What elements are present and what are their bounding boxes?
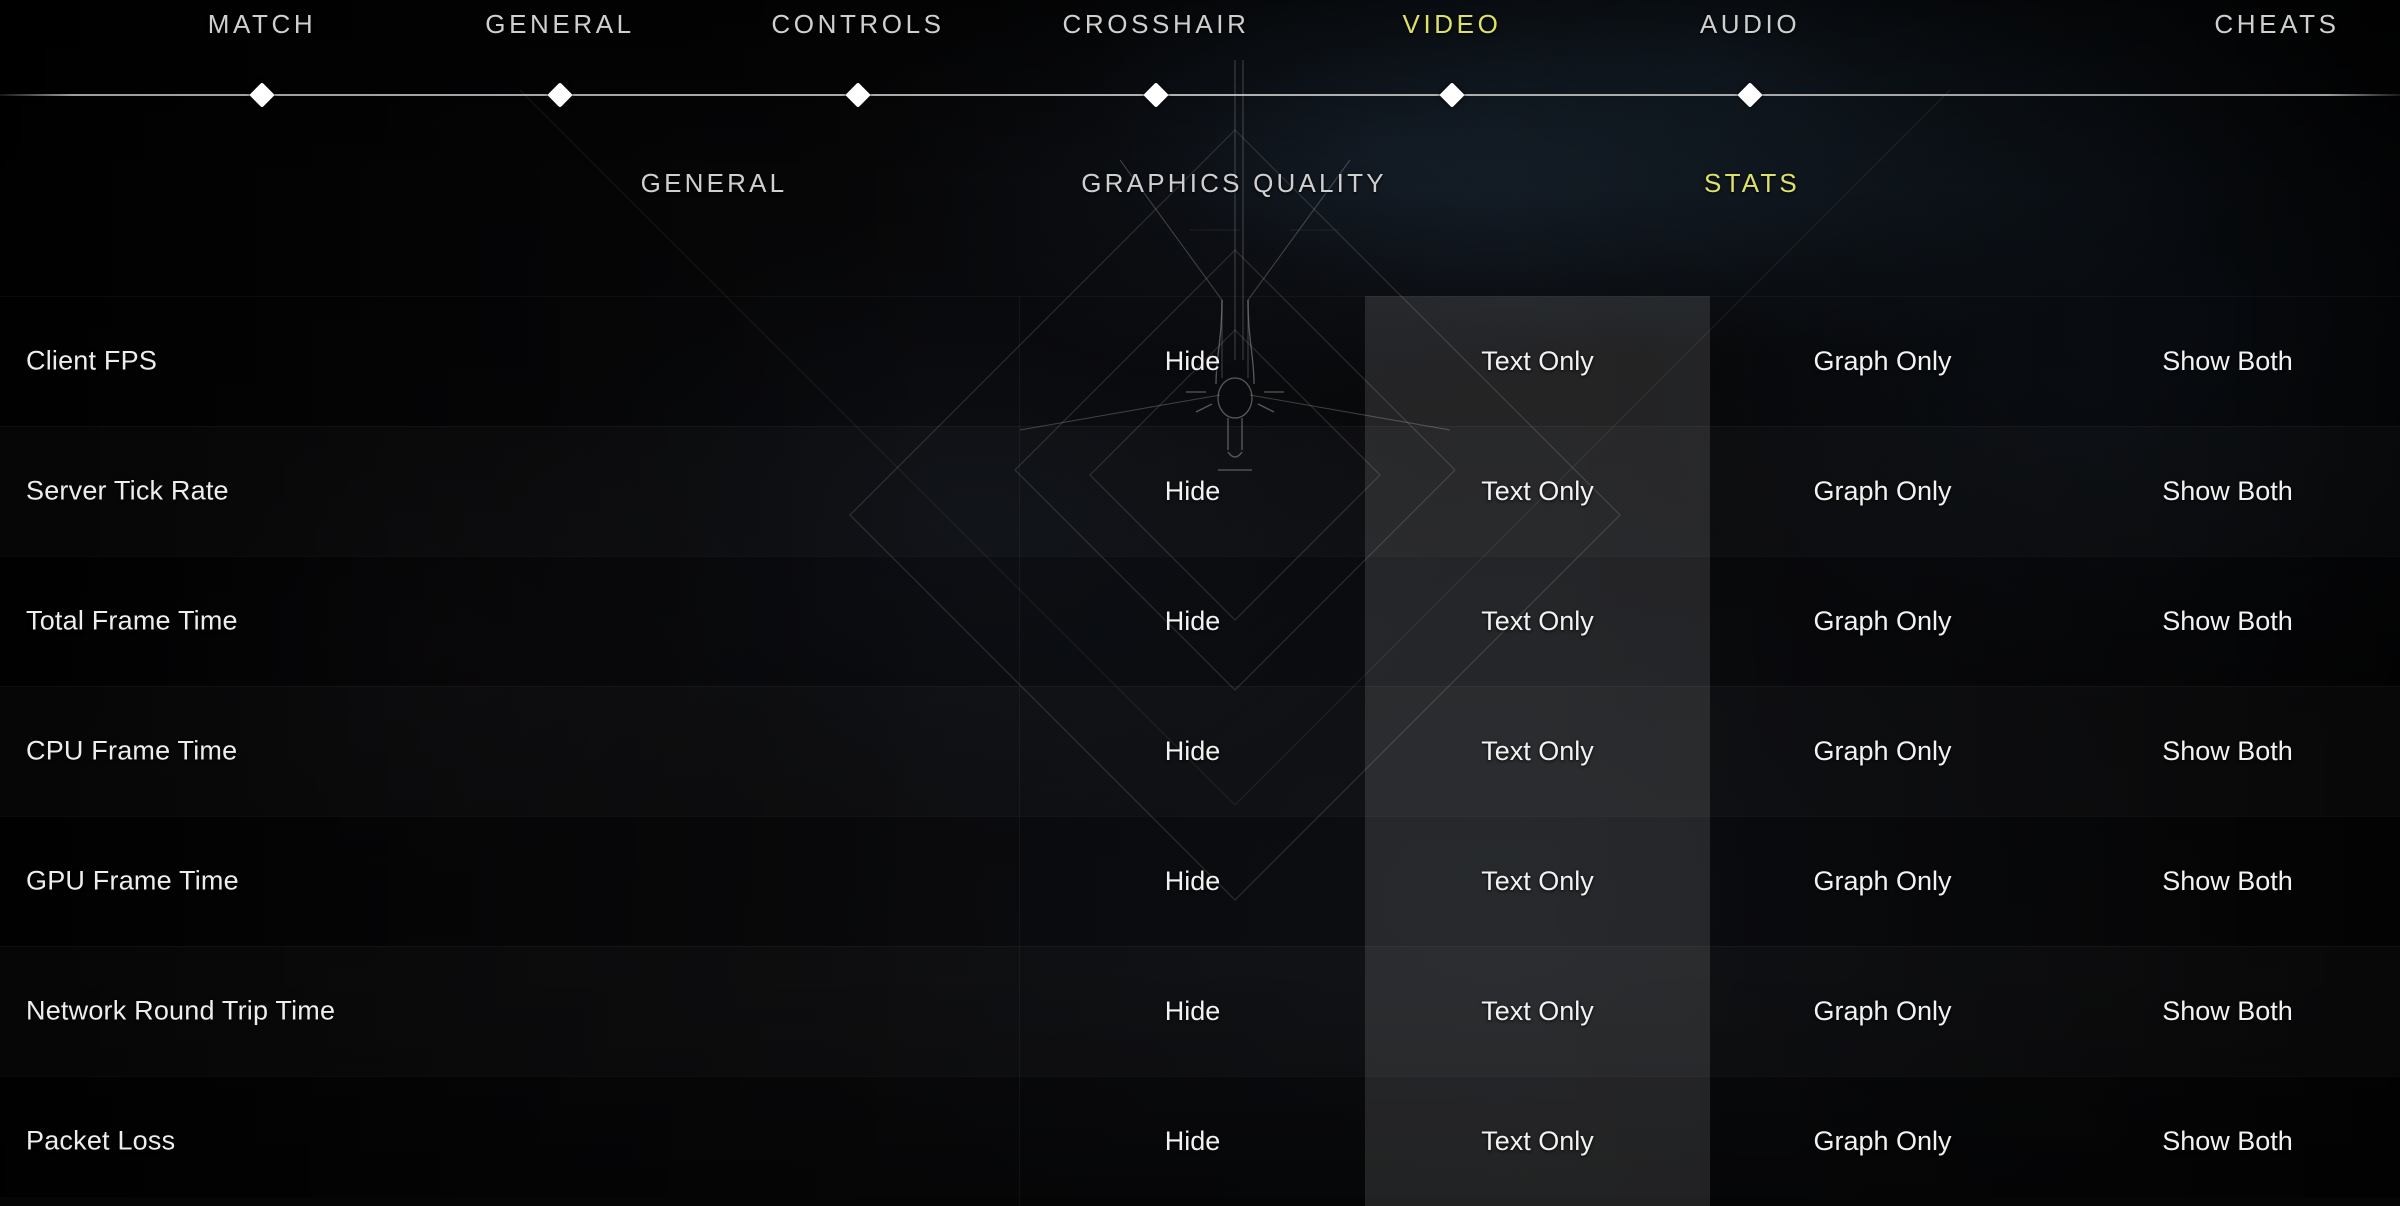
main-tab-controls[interactable]: CONTROLS — [771, 9, 944, 40]
table-row: Network Round Trip Time Hide Text Only Grap… — [0, 946, 2400, 1076]
option-hide[interactable]: Hide — [1020, 1076, 1365, 1206]
table-row: Total Frame Time Hide Text Only Graph Only S… — [0, 556, 2400, 686]
main-tab-crosshair[interactable]: CROSSHAIR — [1063, 9, 1250, 40]
stats-settings-table: Client FPS Hide Text Only Graph Only Show Bo… — [0, 296, 2400, 1206]
option-hide[interactable]: Hide — [1020, 946, 1365, 1076]
table-row: GPU Frame Time Hide Text Only Graph Only Sho… — [0, 816, 2400, 946]
main-tab-match[interactable]: MATCH — [208, 9, 317, 40]
option-group: Hide Text Only Graph Only Show Both — [1020, 1076, 2400, 1206]
main-tab-bar[interactable]: MATCH GENERAL CONTROLS CROSSHAIR VIDEO AUDIO C… — [0, 0, 2400, 58]
option-text-only[interactable]: Text Only — [1365, 426, 1710, 556]
main-tab-audio[interactable]: AUDIO — [1700, 9, 1800, 40]
option-show-both[interactable]: Show Both — [2055, 1076, 2400, 1206]
option-graph-only[interactable]: Graph Only — [1710, 296, 2055, 426]
option-text-only[interactable]: Text Only — [1365, 686, 1710, 816]
option-show-both[interactable]: Show Both — [2055, 946, 2400, 1076]
option-group: Hide Text Only Graph Only Show Both — [1020, 946, 2400, 1076]
option-group: Hide Text Only Graph Only Show Both — [1020, 426, 2400, 556]
nav-diamond-marker-icon — [1143, 82, 1169, 108]
option-show-both[interactable]: Show Both — [2055, 686, 2400, 816]
nav-diamond-marker-icon — [547, 82, 573, 108]
option-group: Hide Text Only Graph Only Show Both — [1020, 296, 2400, 426]
option-hide[interactable]: Hide — [1020, 426, 1365, 556]
setting-label: Packet Loss — [26, 1125, 176, 1156]
setting-label: CPU Frame Time — [26, 735, 238, 766]
option-text-only[interactable]: Text Only — [1365, 556, 1710, 686]
table-row: CPU Frame Time Hide Text Only Graph Only Sho… — [0, 686, 2400, 816]
sub-tab-graphics-quality[interactable]: GRAPHICS QUALITY — [1081, 168, 1386, 199]
main-tab-video[interactable]: VIDEO — [1403, 9, 1502, 40]
option-show-both[interactable]: Show Both — [2055, 816, 2400, 946]
option-graph-only[interactable]: Graph Only — [1710, 1076, 2055, 1206]
setting-label: Network Round Trip Time — [26, 995, 336, 1026]
option-group: Hide Text Only Graph Only Show Both — [1020, 686, 2400, 816]
option-hide[interactable]: Hide — [1020, 816, 1365, 946]
table-row: Packet Loss Hide Text Only Graph Only Show B… — [0, 1076, 2400, 1206]
option-graph-only[interactable]: Graph Only — [1710, 686, 2055, 816]
table-row: Server Tick Rate Hide Text Only Graph Only S… — [0, 426, 2400, 556]
option-group: Hide Text Only Graph Only Show Both — [1020, 816, 2400, 946]
sub-tab-general[interactable]: GENERAL — [641, 168, 788, 199]
option-group: Hide Text Only Graph Only Show Both — [1020, 556, 2400, 686]
setting-label: Client FPS — [26, 345, 158, 376]
setting-label: GPU Frame Time — [26, 865, 239, 896]
option-text-only[interactable]: Text Only — [1365, 946, 1710, 1076]
option-hide[interactable]: Hide — [1020, 556, 1365, 686]
nav-divider-line — [0, 94, 2400, 96]
option-show-both[interactable]: Show Both — [2055, 296, 2400, 426]
main-tab-general[interactable]: GENERAL — [485, 9, 634, 40]
option-hide[interactable]: Hide — [1020, 686, 1365, 816]
option-show-both[interactable]: Show Both — [2055, 556, 2400, 686]
sub-tab-bar[interactable]: GENERAL GRAPHICS QUALITY STATS — [0, 168, 2400, 212]
setting-label: Total Frame Time — [26, 605, 238, 636]
option-graph-only[interactable]: Graph Only — [1710, 426, 2055, 556]
option-graph-only[interactable]: Graph Only — [1710, 946, 2055, 1076]
sub-tab-stats[interactable]: STATS — [1704, 168, 1800, 199]
nav-diamond-marker-icon — [1439, 82, 1465, 108]
option-graph-only[interactable]: Graph Only — [1710, 816, 2055, 946]
nav-diamond-marker-icon — [249, 82, 275, 108]
nav-diamond-marker-icon — [1737, 82, 1763, 108]
option-text-only[interactable]: Text Only — [1365, 296, 1710, 426]
option-graph-only[interactable]: Graph Only — [1710, 556, 2055, 686]
option-text-only[interactable]: Text Only — [1365, 816, 1710, 946]
option-show-both[interactable]: Show Both — [2055, 426, 2400, 556]
main-tab-cheats[interactable]: CHEATS — [2214, 9, 2339, 40]
nav-diamond-marker-icon — [845, 82, 871, 108]
option-text-only[interactable]: Text Only — [1365, 1076, 1710, 1206]
setting-label: Server Tick Rate — [26, 475, 229, 506]
table-row: Client FPS Hide Text Only Graph Only Show Bo… — [0, 296, 2400, 426]
option-hide[interactable]: Hide — [1020, 296, 1365, 426]
